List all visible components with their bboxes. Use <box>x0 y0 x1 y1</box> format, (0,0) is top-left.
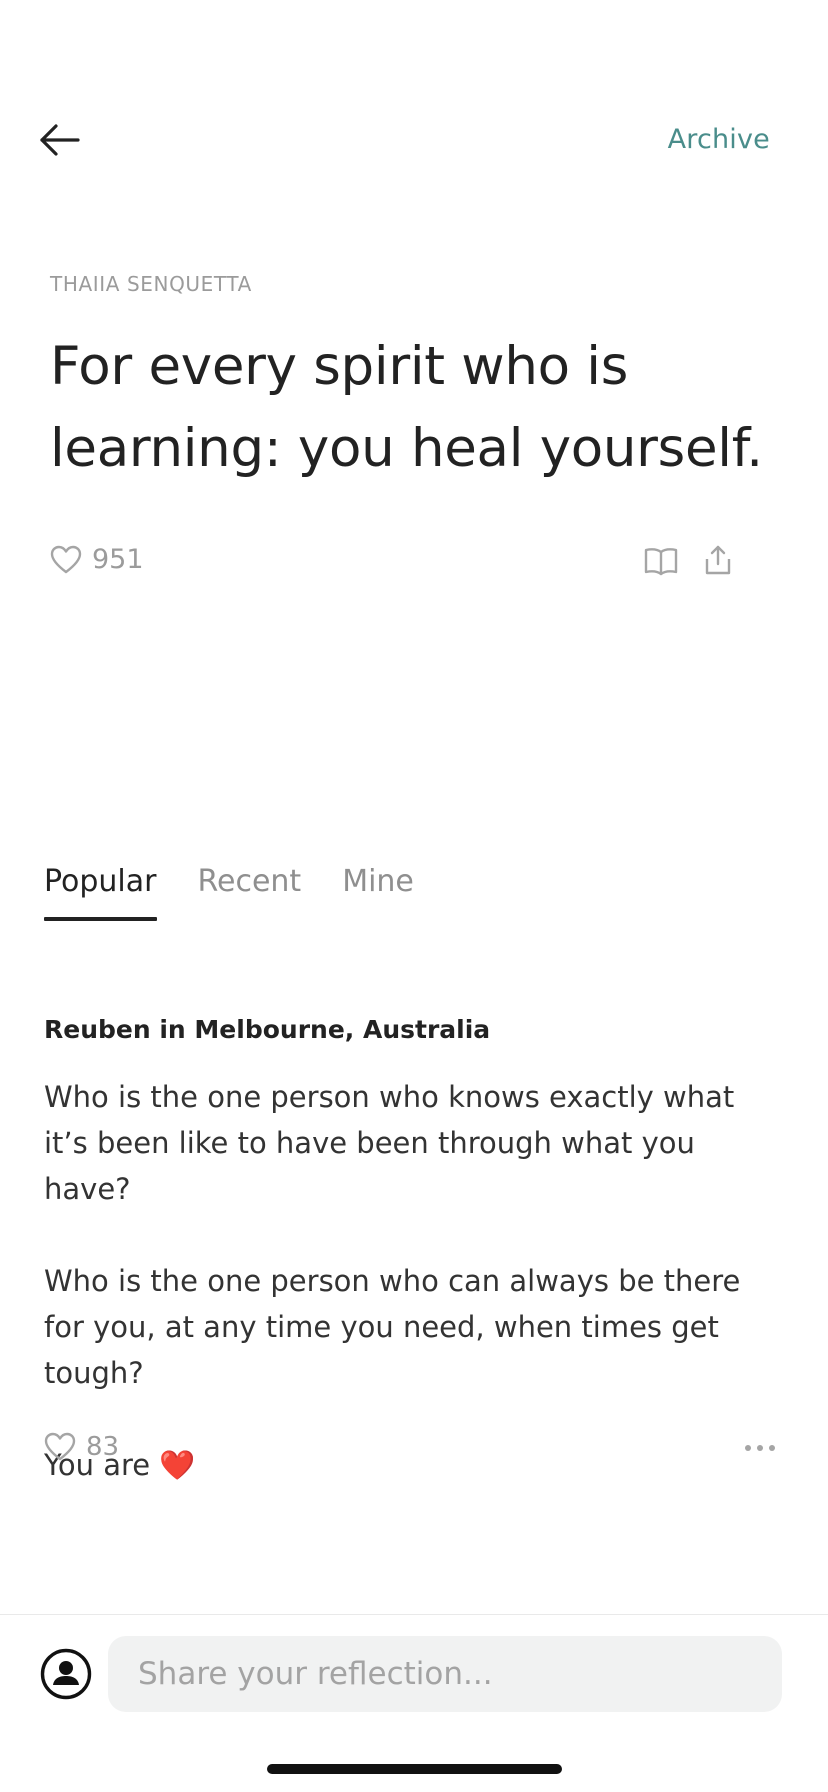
home-indicator <box>267 1764 562 1774</box>
more-horizontal-icon <box>745 1445 775 1451</box>
reflection-actions: 83 <box>44 1432 776 1472</box>
tab-popular[interactable]: Popular <box>44 864 157 921</box>
reflection-paragraph: Who is the one person who can always be … <box>44 1264 741 1390</box>
quote-detail-screen: Archive THAIIA SENQUETTA For every spiri… <box>0 0 828 1792</box>
back-button[interactable] <box>36 118 84 162</box>
book-icon <box>644 548 678 576</box>
composer-divider <box>0 1614 828 1615</box>
quote-text: For every spirit who is learning: you he… <box>50 336 763 479</box>
arrow-left-icon <box>40 124 80 156</box>
reflection-paragraph: Who is the one person who knows exactly … <box>44 1080 735 1206</box>
reflection-author: Reuben in Melbourne, Australia <box>44 1015 491 1044</box>
quote-like-button[interactable]: 951 <box>50 544 144 575</box>
reflection-like-count: 83 <box>86 1432 120 1462</box>
reflection-tabs: Popular Recent Mine <box>44 864 455 921</box>
tab-recent[interactable]: Recent <box>198 864 302 917</box>
avatar[interactable] <box>40 1648 92 1700</box>
quote-author: THAIIA SENQUETTA <box>50 272 252 296</box>
archive-link[interactable]: Archive <box>668 124 770 155</box>
reflection-input[interactable] <box>108 1636 782 1712</box>
heart-outline-icon <box>44 1432 76 1461</box>
quote-actions: 951 <box>50 544 733 584</box>
quote-like-count: 951 <box>92 544 144 575</box>
book-button[interactable] <box>644 546 678 580</box>
tab-mine[interactable]: Mine <box>342 864 414 917</box>
reflection-like-button[interactable]: 83 <box>44 1432 119 1462</box>
share-icon <box>705 545 731 575</box>
share-button[interactable] <box>703 544 733 580</box>
user-avatar-icon <box>40 1648 92 1700</box>
more-options-button[interactable] <box>744 1438 776 1457</box>
heart-outline-icon <box>50 545 82 573</box>
reflection-body: Who is the one person who knows exactly … <box>44 1074 784 1488</box>
